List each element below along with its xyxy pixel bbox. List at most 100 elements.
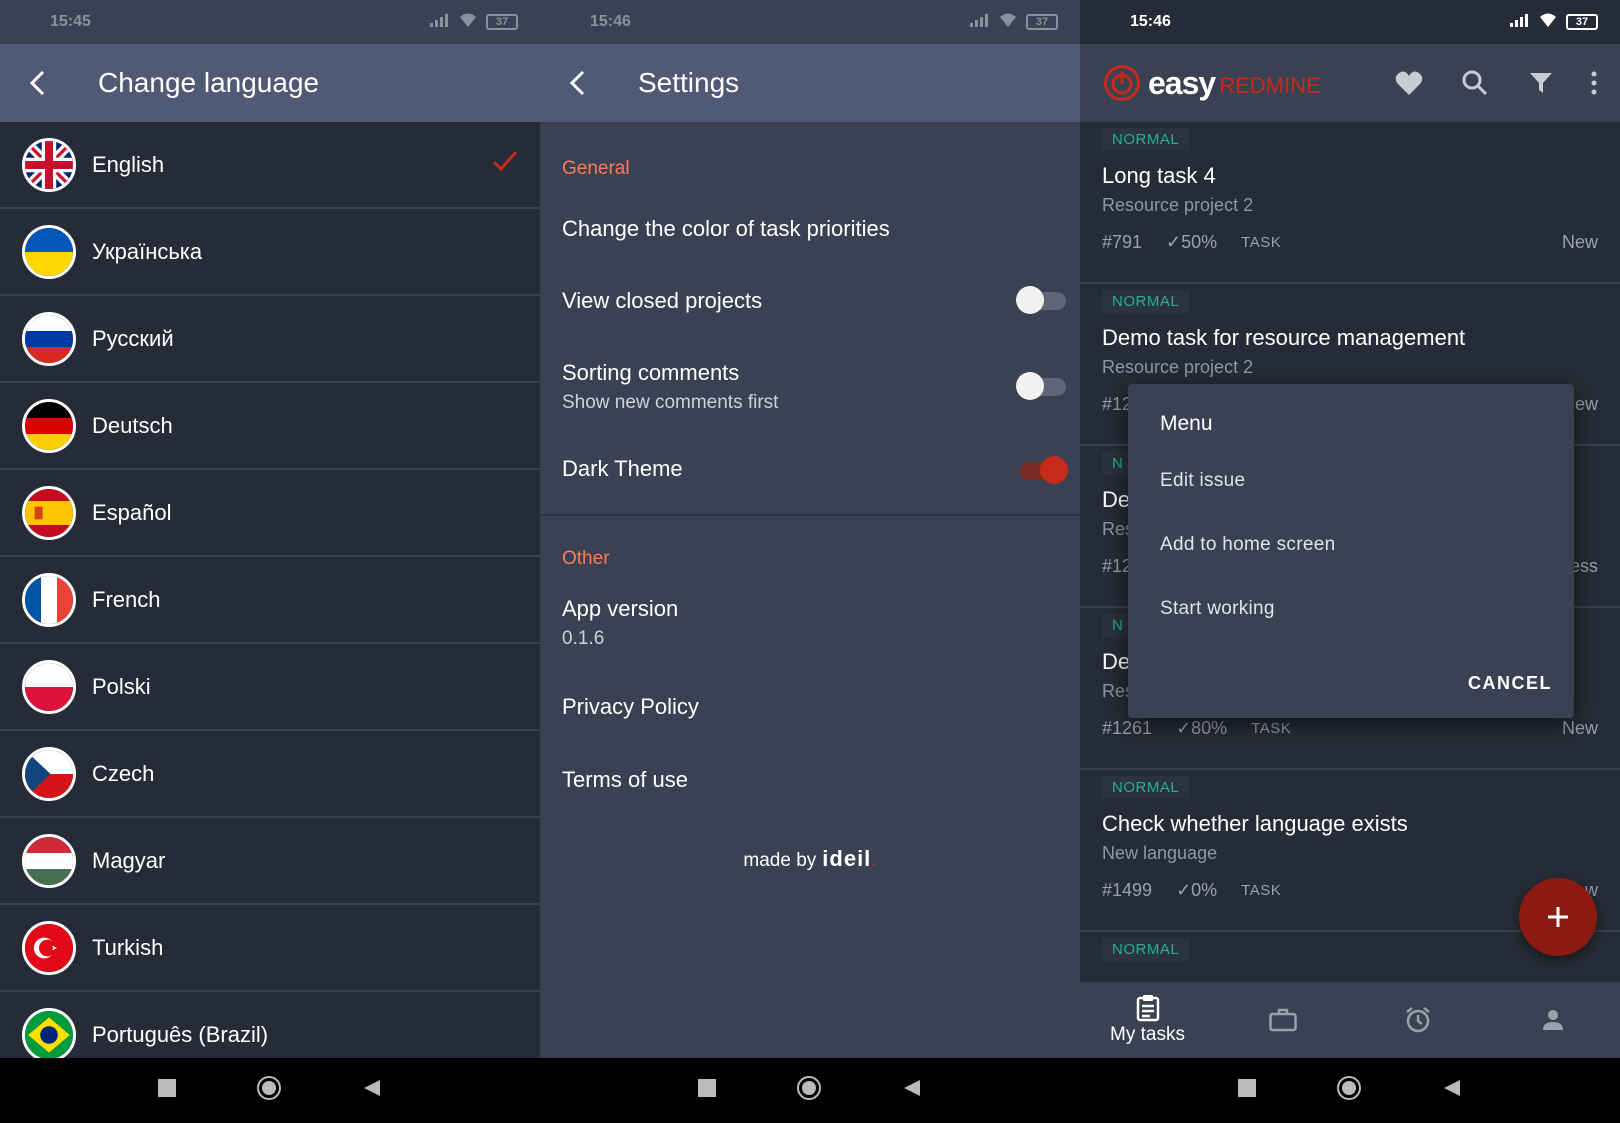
task-title: Check whether language exists — [1102, 811, 1408, 836]
battery-icon: 37 — [486, 14, 518, 30]
back-triangle-icon[interactable] — [1442, 1078, 1462, 1103]
search-icon[interactable] — [1442, 53, 1508, 113]
clipboard-icon — [1136, 995, 1159, 1022]
language-item-pl[interactable]: Polski — [0, 644, 540, 731]
filter-icon[interactable] — [1508, 53, 1574, 113]
briefcase-icon — [1268, 1008, 1297, 1032]
menu-item-add-home-screen[interactable]: Add to home screen — [1160, 534, 1335, 556]
nav-time-tracking[interactable] — [1350, 982, 1485, 1058]
language-item-ru[interactable]: Русский — [0, 296, 540, 383]
my-tasks-screen: 15:46 37 easy REDMINE NORMAL Long task 4 R… — [1080, 0, 1620, 1123]
back-button[interactable] — [0, 44, 76, 122]
checkmark-icon — [492, 150, 518, 177]
status-bar: 15:45 37 — [0, 0, 540, 44]
back-triangle-icon[interactable] — [902, 1078, 922, 1103]
nav-my-tasks[interactable]: My tasks — [1080, 982, 1215, 1058]
language-label: French — [92, 586, 161, 612]
power-logo-icon — [1104, 65, 1140, 101]
sorting-comments-toggle[interactable] — [1016, 372, 1066, 400]
check-icon: ✓ — [1166, 232, 1182, 252]
language-item-uk[interactable]: English — [0, 122, 540, 209]
home-circle-icon[interactable] — [796, 1075, 822, 1106]
language-label: Czech — [92, 760, 155, 786]
flag-cz-icon — [22, 746, 76, 801]
back-triangle-icon[interactable] — [362, 1078, 382, 1103]
menu-title: Menu — [1160, 412, 1213, 435]
dark-theme-label: Dark Theme — [562, 456, 683, 481]
app-version-label: App version — [562, 596, 679, 621]
menu-item-edit-issue[interactable]: Edit issue — [1160, 470, 1245, 492]
flag-br-icon — [22, 1007, 76, 1062]
signal-icon — [970, 13, 990, 32]
add-task-button[interactable] — [1519, 878, 1597, 956]
toggle-knob — [1016, 372, 1044, 400]
toggle-knob — [1016, 286, 1044, 314]
made-by-footer[interactable]: made by ideil. — [540, 846, 1080, 872]
view-closed-projects-item[interactable]: View closed projects — [562, 288, 1058, 314]
back-button[interactable] — [540, 44, 616, 122]
language-label: Русский — [92, 325, 174, 351]
nav-projects[interactable] — [1215, 982, 1350, 1058]
flag-pl-icon — [22, 659, 76, 714]
flag-ru-icon — [22, 311, 76, 366]
task-project: New language — [1102, 843, 1218, 863]
sorting-comments-item[interactable]: Sorting comments Show new comments first — [562, 360, 1058, 414]
battery-icon: 37 — [1026, 14, 1058, 30]
nav-profile[interactable] — [1485, 982, 1620, 1058]
flag-es-icon — [22, 485, 76, 540]
priority-badge: NORMAL — [1102, 938, 1190, 961]
task-card[interactable]: NORMAL Long task 4 Resource project 2 #791 ✓… — [1080, 122, 1620, 284]
status-time: 15:46 — [590, 13, 631, 30]
menu-item-start-working[interactable]: Start working — [1160, 598, 1275, 620]
terms-of-use-item[interactable]: Terms of use — [562, 767, 1058, 793]
signal-icon — [430, 13, 450, 32]
language-item-fr[interactable]: French — [0, 557, 540, 644]
flag-fr-icon — [22, 572, 76, 627]
language-item-cz[interactable]: Czech — [0, 731, 540, 818]
language-item-tr[interactable]: Turkish — [0, 905, 540, 992]
done-ratio-value: 80% — [1191, 718, 1228, 738]
task-number: #1499 — [1102, 880, 1153, 900]
task-status: ess — [1569, 556, 1598, 576]
bottom-navigation: My tasks — [1080, 982, 1620, 1058]
page-title: Change language — [98, 67, 320, 98]
app-bar: Settings — [540, 44, 1080, 122]
privacy-policy-item[interactable]: Privacy Policy — [562, 694, 1058, 720]
language-item-ua[interactable]: Українська — [0, 209, 540, 296]
logo-redmine-text: REDMINE — [1219, 73, 1321, 98]
task-number: #1261 — [1102, 718, 1153, 738]
recents-square-icon[interactable] — [158, 1079, 176, 1102]
more-vert-icon[interactable] — [1574, 53, 1614, 113]
app-version-item[interactable]: App version 0.1.6 — [562, 596, 1058, 650]
view-closed-projects-toggle[interactable] — [1016, 286, 1066, 314]
status-time: 15:46 — [1130, 13, 1171, 30]
dark-theme-toggle[interactable] — [1020, 456, 1068, 484]
app-bar: easy REDMINE — [1080, 44, 1620, 122]
cancel-button[interactable]: CANCEL — [1468, 673, 1552, 694]
app-bar: Change language — [0, 44, 540, 122]
recents-square-icon[interactable] — [698, 1079, 716, 1102]
task-type: TASK — [1241, 234, 1282, 251]
nav-my-tasks-label: My tasks — [1110, 1024, 1185, 1045]
task-status: ew — [1574, 394, 1598, 414]
language-item-es[interactable]: Español — [0, 470, 540, 557]
status-bar: 15:46 37 — [1080, 0, 1620, 44]
language-item-hu[interactable]: Magyar — [0, 818, 540, 905]
section-header-general: General — [562, 158, 630, 179]
app-version-value: 0.1.6 — [562, 628, 605, 649]
page-title: Settings — [638, 67, 740, 98]
sorting-comments-subtitle: Show new comments first — [562, 392, 779, 413]
task-meta: #791 ✓50% TASK New — [1102, 232, 1598, 253]
recents-square-icon[interactable] — [1238, 1079, 1256, 1102]
change-priority-color-item[interactable]: Change the color of task priorities — [562, 216, 1058, 242]
dark-theme-item[interactable]: Dark Theme — [562, 456, 1058, 482]
language-label: Українська — [92, 238, 203, 264]
language-item-de[interactable]: Deutsch — [0, 383, 540, 470]
task-number: #791 — [1102, 232, 1143, 252]
favorites-heart-icon[interactable] — [1376, 53, 1442, 113]
wifi-icon — [998, 12, 1018, 33]
language-list: English Українська Русский Deutsch Español Fr… — [0, 122, 540, 1079]
home-circle-icon[interactable] — [256, 1075, 282, 1106]
home-circle-icon[interactable] — [1336, 1075, 1362, 1106]
task-status: New — [1561, 232, 1598, 252]
